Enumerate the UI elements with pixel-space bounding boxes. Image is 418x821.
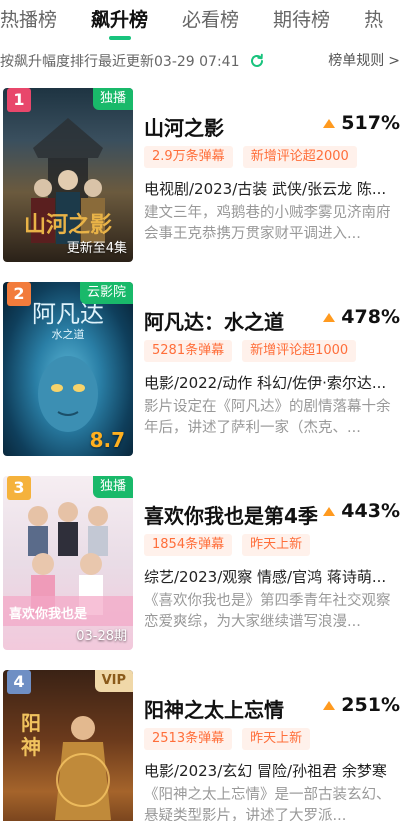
episode-status: 03-28期 — [76, 629, 127, 644]
new-release-tag: 昨天上新 — [242, 534, 311, 556]
tag-list: 5281条弹幕 新增评论超1000 — [144, 340, 366, 362]
item-description: 《喜欢你我也是》第四季青年社交观察恋爱爽综，为大家继续谱写浪漫... — [144, 593, 391, 630]
poster-image[interactable]: 山河之影 独播 更新至4集 — [3, 88, 133, 262]
svg-text:山河之影: 山河之影 — [24, 212, 112, 237]
list-item[interactable]: 喜欢你我也是 独播 03-28期 3 喜欢你我也是第4季 443% 1854条弹… — [0, 476, 418, 654]
up-arrow-icon — [323, 506, 336, 516]
platform-badge: 云影院 — [79, 282, 133, 304]
new-release-tag: 昨天上新 — [242, 728, 311, 750]
up-arrow-icon — [323, 700, 336, 710]
tab-rising[interactable]: 飙升榜 — [91, 2, 148, 40]
growth-value: 251% — [341, 694, 400, 716]
growth-rate: 478% — [323, 306, 400, 328]
svg-text:神: 神 — [21, 735, 41, 759]
update-info: 按飙升幅度排行最近更新03-29 07:41 — [0, 54, 240, 70]
danmaku-tag: 2513条弹幕 — [144, 728, 233, 750]
danmaku-tag: 1854条弹幕 — [144, 534, 233, 556]
svg-text:水之道: 水之道 — [52, 327, 85, 341]
up-arrow-icon — [323, 118, 336, 128]
danmaku-tag: 2.9万条弹幕 — [144, 146, 233, 168]
danmaku-tag: 5281条弹幕 — [144, 340, 233, 362]
growth-rate: 251% — [323, 694, 400, 716]
chevron-right-icon: > — [388, 53, 400, 69]
poster-image[interactable]: 喜欢你我也是 独播 03-28期 — [3, 476, 133, 650]
rating-score: 8.7 — [89, 428, 125, 452]
ranking-subbar: 按飙升幅度排行最近更新03-29 07:41 榜单规则 > — [0, 46, 418, 76]
growth-rate: 443% — [323, 500, 400, 522]
item-title[interactable]: 阿凡达：水之道 — [144, 306, 284, 335]
ranking-tabs: 热播榜 飙升榜 必看榜 期待榜 热 — [0, 0, 418, 40]
growth-value: 478% — [341, 306, 400, 328]
rank-badge: 1 — [7, 88, 31, 112]
episode-status: 更新至4集 — [66, 241, 127, 256]
rank-badge: 2 — [7, 282, 31, 306]
item-description: 建文三年，鸡鹅巷的小贼李雾见济南府会事王克恭携万贯家财平调进入... — [144, 205, 391, 242]
item-description: 《阳神之太上忘情》是一部古装玄幻、悬疑类型影片，讲述了大罗派... — [144, 787, 391, 821]
comment-tag: 新增评论超1000 — [242, 340, 357, 362]
refresh-icon[interactable] — [249, 53, 265, 69]
tab-anticipated[interactable]: 期待榜 — [273, 2, 330, 38]
list-item[interactable]: 阳 神 VIP 4 阳神之太上忘情 251% 2513条弹幕 昨天上新 电影/2… — [0, 670, 418, 821]
tag-list: 2513条弹幕 昨天上新 — [144, 728, 320, 750]
rules-label: 榜单规则 — [328, 53, 385, 69]
item-meta: 电影/2023/玄幻 冒险/孙祖君 余梦寒 — [144, 762, 387, 780]
growth-value: 443% — [341, 500, 400, 522]
vip-badge: VIP — [94, 670, 133, 692]
item-title[interactable]: 阳神之太上忘情 — [144, 694, 284, 723]
tag-list: 1854条弹幕 昨天上新 — [144, 534, 320, 556]
tag-list: 2.9万条弹幕 新增评论超2000 — [144, 146, 367, 168]
tab-hot[interactable]: 热播榜 — [0, 2, 57, 38]
list-item[interactable]: 山河之影 独播 更新至4集 1 山河之影 517% 2.9万条弹幕 新增评论超2… — [0, 88, 418, 266]
up-arrow-icon — [323, 312, 336, 322]
item-meta: 综艺/2023/观察 情感/官鸿 蒋诗萌... — [144, 568, 387, 586]
tab-more[interactable]: 热 — [364, 2, 383, 38]
item-meta: 电影/2022/动作 科幻/佐伊·索尔达... — [144, 374, 387, 392]
growth-value: 517% — [341, 112, 400, 134]
poster-image[interactable]: 阿凡达 水之道 云影院 8.7 — [3, 282, 133, 456]
rank-badge: 3 — [7, 476, 31, 500]
rank-badge: 4 — [7, 670, 31, 694]
item-meta: 电视剧/2023/古装 武侠/张云龙 陈... — [144, 180, 387, 198]
list-item[interactable]: 阿凡达 水之道 云影院 8.7 2 阿凡达：水之道 478% 5281条弹幕 新… — [0, 282, 418, 460]
item-title[interactable]: 山河之影 — [144, 112, 224, 141]
growth-rate: 517% — [323, 112, 400, 134]
platform-badge: 独播 — [92, 476, 133, 498]
svg-text:喜欢你我也是: 喜欢你我也是 — [9, 606, 88, 621]
tab-must-watch[interactable]: 必看榜 — [182, 2, 239, 38]
item-description: 影片设定在《阿凡达》的剧情落幕十余年后，讲述了萨利一家（杰克、... — [144, 399, 391, 436]
comment-tag: 新增评论超2000 — [242, 146, 357, 168]
svg-text:阳: 阳 — [21, 712, 41, 735]
svg-text:阿凡达: 阿凡达 — [32, 301, 104, 328]
ranking-rules-link[interactable]: 榜单规则 > — [328, 46, 400, 76]
item-title[interactable]: 喜欢你我也是第4季 — [144, 500, 318, 529]
platform-badge: 独播 — [92, 88, 133, 110]
